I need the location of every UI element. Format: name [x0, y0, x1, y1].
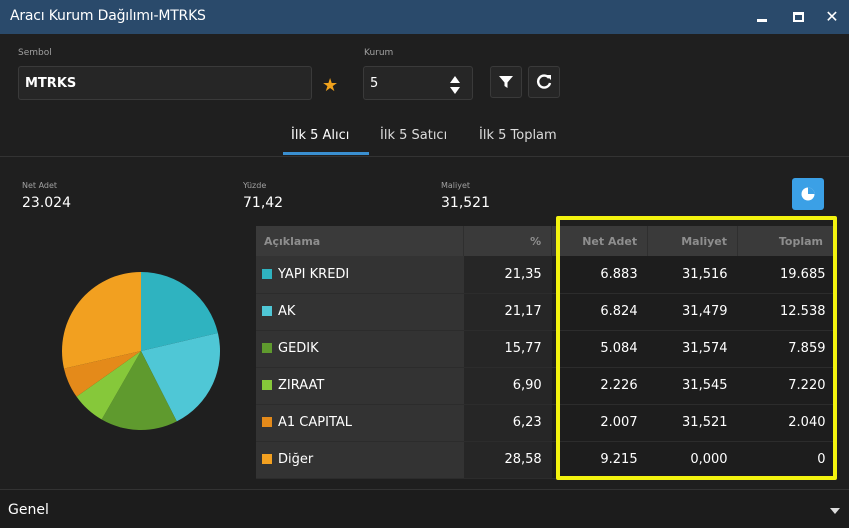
cell-aciklama: AK: [256, 293, 464, 331]
cell-net-adet: 5.084: [551, 330, 648, 368]
legend-swatch: [262, 454, 272, 464]
header-percent[interactable]: %: [463, 226, 553, 256]
cell-maliyet: 31,516: [647, 256, 738, 294]
cell-percent: 15,77: [463, 330, 552, 368]
broker-pie-chart: [62, 272, 220, 430]
tab-top5-total[interactable]: İlk 5 Toplam: [479, 128, 557, 143]
cell-maliyet: 0,000: [647, 441, 738, 479]
cell-net-adet: 2.226: [551, 367, 648, 405]
window-title: Aracı Kurum Dağılımı-MTRKS: [10, 8, 206, 24]
table-row[interactable]: ZIRAAT 6,90 2.226 31,545 7.220: [256, 367, 834, 405]
broker-name: ZIRAAT: [278, 378, 325, 393]
table-row[interactable]: GEDIK 15,77 5.084 31,574 7.859: [256, 330, 834, 368]
legend-swatch: [262, 417, 272, 427]
close-button[interactable]: ✕: [819, 4, 845, 30]
divider: [0, 156, 849, 157]
symbol-input[interactable]: MTRKS: [18, 66, 312, 100]
cell-percent: 6,90: [463, 367, 552, 405]
symbol-label: Sembol: [18, 48, 52, 58]
broker-distribution-window: Aracı Kurum Dağılımı-MTRKS ✕ Sembol MTRK…: [0, 0, 849, 528]
cell-toplam: 7.220: [737, 367, 834, 405]
cell-toplam: 0: [737, 441, 834, 479]
symbol-value: MTRKS: [25, 76, 77, 91]
active-tab-indicator: [283, 152, 369, 155]
cell-aciklama: Diğer: [256, 441, 464, 479]
cell-percent: 21,35: [463, 256, 552, 294]
cell-net-adet: 2.007: [551, 404, 648, 442]
cell-aciklama: YAPI KREDI: [256, 256, 464, 294]
cell-percent: 28,58: [463, 441, 552, 479]
header-maliyet[interactable]: Maliyet: [647, 226, 739, 256]
cell-net-adet: 9.215: [551, 441, 648, 479]
stepper-arrows[interactable]: [445, 70, 465, 100]
minimize-button[interactable]: [749, 4, 775, 30]
cell-toplam: 19.685: [737, 256, 834, 294]
net-adet-value: 23.024: [22, 195, 71, 211]
cell-toplam: 12.538: [737, 293, 834, 331]
cell-percent: 6,23: [463, 404, 552, 442]
maliyet-value: 31,521: [441, 195, 490, 211]
broker-name: AK: [278, 304, 296, 319]
table-row[interactable]: AK 21,17 6.824 31,479 12.538: [256, 293, 834, 331]
maximize-button[interactable]: [785, 4, 811, 30]
chevron-down-icon: [830, 508, 840, 514]
header-aciklama[interactable]: Açıklama: [256, 226, 465, 256]
legend-swatch: [262, 268, 272, 279]
legend-swatch: [262, 306, 272, 316]
tab-top5-buyers[interactable]: İlk 5 Alıcı: [291, 128, 349, 143]
filter-icon: [499, 76, 513, 88]
table-row[interactable]: A1 CAPITAL 6,23 2.007 31,521 2.040: [256, 404, 834, 442]
refresh-button[interactable]: [528, 66, 560, 98]
cell-aciklama: GEDIK: [256, 330, 464, 368]
minimize-icon: [757, 18, 767, 22]
kurum-label: Kurum: [364, 48, 394, 58]
yuzde-value: 71,42: [243, 195, 284, 211]
header-net-adet[interactable]: Net Adet: [551, 226, 649, 256]
chevron-down-icon[interactable]: [450, 87, 460, 94]
filter-button[interactable]: [490, 66, 522, 98]
legend-swatch: [262, 380, 272, 390]
cell-aciklama: ZIRAAT: [256, 367, 464, 405]
cell-maliyet: 31,521: [647, 404, 738, 442]
footer-dropdown[interactable]: Genel: [0, 489, 849, 528]
maliyet-label: Maliyet: [441, 181, 471, 190]
table-row[interactable]: Diğer 28,58 9.215 0,000 0: [256, 441, 834, 479]
table-row[interactable]: YAPI KREDI 21,35 6.883 31,516 19.685: [256, 256, 834, 294]
cell-aciklama: A1 CAPITAL: [256, 404, 464, 442]
header-toplam[interactable]: Toplam: [737, 226, 834, 256]
broker-name: A1 CAPITAL: [278, 415, 353, 430]
cell-net-adet: 6.883: [551, 256, 648, 294]
star-icon[interactable]: ★: [322, 75, 338, 96]
pie-chart-icon: [801, 187, 815, 201]
net-adet-label: Net Adet: [22, 181, 58, 190]
broker-name: YAPI KREDI: [278, 266, 350, 282]
cell-maliyet: 31,479: [647, 293, 738, 331]
broker-name: GEDIK: [278, 341, 319, 356]
refresh-icon: [537, 74, 552, 89]
cell-toplam: 2.040: [737, 404, 834, 442]
chart-toggle-button[interactable]: [792, 178, 824, 210]
cell-percent: 21,17: [463, 293, 552, 331]
yuzde-label: Yüzde: [243, 181, 267, 190]
tab-top5-sellers[interactable]: İlk 5 Satıcı: [380, 128, 447, 143]
cell-toplam: 7.859: [737, 330, 834, 368]
chevron-up-icon[interactable]: [450, 76, 460, 83]
footer-label: Genel: [8, 502, 49, 518]
cell-maliyet: 31,545: [647, 367, 738, 405]
title-bar: Aracı Kurum Dağılımı-MTRKS ✕: [0, 0, 849, 34]
cell-net-adet: 6.824: [551, 293, 648, 331]
legend-swatch: [262, 343, 272, 353]
cell-maliyet: 31,574: [647, 330, 738, 368]
tab-bar: İlk 5 Alıcı İlk 5 Satıcı İlk 5 Toplam: [0, 122, 849, 156]
broker-name: Diğer: [278, 452, 314, 467]
maximize-icon: [792, 12, 804, 22]
close-icon: ✕: [825, 7, 839, 26]
table-header-row: Açıklama % Net Adet Maliyet Toplam: [256, 226, 834, 256]
kurum-value: 5: [370, 76, 379, 91]
broker-table: Açıklama % Net Adet Maliyet Toplam YAPI …: [256, 226, 834, 479]
